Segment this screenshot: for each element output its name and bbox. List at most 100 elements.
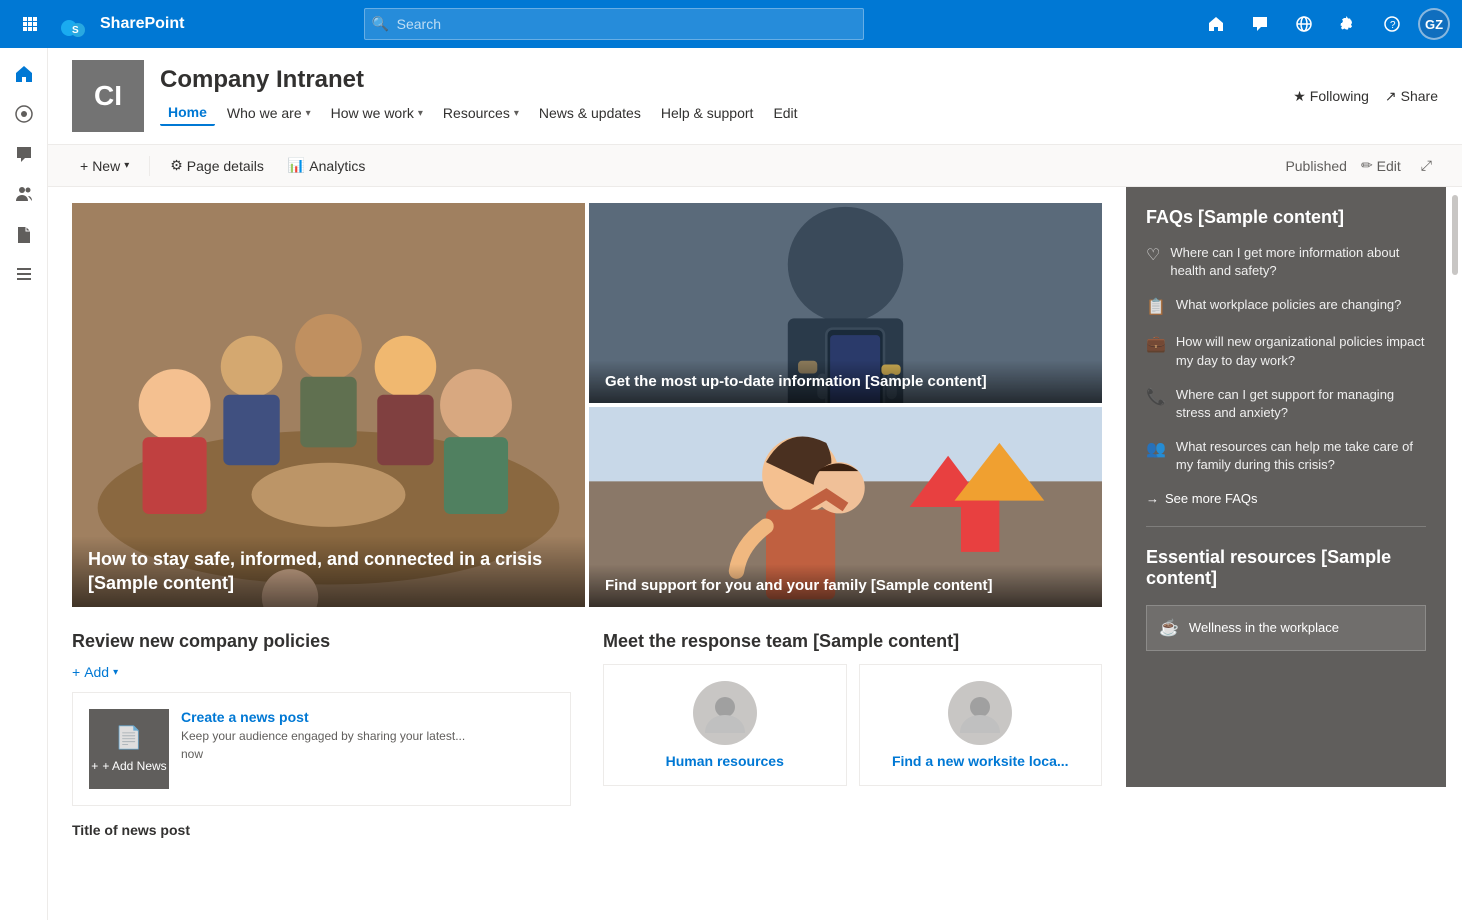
news-post-title[interactable]: Create a news post <box>181 709 554 725</box>
see-more-faqs-link[interactable]: → See more FAQs <box>1146 491 1426 506</box>
hero-right-bottom-text: Find support for you and your family [Sa… <box>589 564 1102 608</box>
analytics-icon: 📊 <box>288 157 305 174</box>
policies-section-title: Review new company policies <box>72 631 571 652</box>
expand-icon: ⤢ <box>1421 157 1432 174</box>
svg-text:?: ? <box>1390 20 1396 31</box>
person-avatar-hr <box>693 681 757 745</box>
news-post-desc: Keep your audience engaged by sharing yo… <box>181 729 554 743</box>
search-input[interactable] <box>364 8 864 40</box>
chevron-down-icon: ▾ <box>113 667 118 678</box>
sidebar-files-icon[interactable] <box>6 216 42 252</box>
person-card-hr: Human resources <box>603 664 847 786</box>
news-post-time: now <box>181 747 554 761</box>
essential-item-wellness[interactable]: ☕ Wellness in the workplace <box>1146 605 1426 651</box>
expand-button[interactable]: ⤢ <box>1415 153 1438 178</box>
chat-icon[interactable] <box>1242 6 1278 42</box>
chevron-down-icon: ▾ <box>124 160 129 171</box>
person-card-worksite: Find a new worksite loca... <box>859 664 1103 786</box>
scrollbar-thumb[interactable] <box>1452 195 1458 275</box>
gear-icon: ⚙ <box>170 157 183 174</box>
following-button[interactable]: ★ Following <box>1293 88 1369 105</box>
news-doc-icon: 📄 <box>115 725 142 751</box>
add-news-button[interactable]: + + Add News <box>91 759 166 773</box>
clipboard-icon: 📋 <box>1146 297 1166 317</box>
waffle-menu-icon[interactable] <box>12 6 48 42</box>
page-details-button[interactable]: ⚙ Page details <box>162 153 272 178</box>
user-avatar[interactable]: GZ <box>1418 8 1450 40</box>
arrow-right-icon: → <box>1146 491 1159 506</box>
left-sidebar <box>0 48 48 920</box>
settings-icon[interactable] <box>1330 6 1366 42</box>
person-name-hr[interactable]: Human resources <box>666 753 784 769</box>
news-title-label: Title of news post <box>72 822 571 838</box>
faq-item-3[interactable]: 💼 How will new organizational policies i… <box>1146 333 1426 369</box>
new-button[interactable]: + New ▾ <box>72 154 137 178</box>
share-icon: ↗ <box>1385 88 1397 105</box>
nav-item-home[interactable]: Home <box>160 100 215 126</box>
sharepoint-logo[interactable]: S <box>56 6 92 42</box>
team-section: Meet the response team [Sample content] … <box>603 631 1102 838</box>
toolbar-separator <box>149 156 150 176</box>
nav-item-how-we-work[interactable]: How we work ▾ <box>323 101 431 125</box>
person-name-worksite[interactable]: Find a new worksite loca... <box>892 753 1069 769</box>
site-nav: Home Who we are ▾ How we work ▾ Resource… <box>160 100 1293 126</box>
sidebar-add-icon[interactable] <box>6 296 42 332</box>
news-content: Create a news post Keep your audience en… <box>181 709 554 761</box>
hero-card-right-bottom[interactable]: Find support for you and your family [Sa… <box>589 407 1102 607</box>
below-hero-sections: Review new company policies + Add ▾ 📄 + <box>72 631 1102 838</box>
essential-title: Essential resources [Sample content] <box>1146 547 1426 589</box>
nav-item-edit[interactable]: Edit <box>765 101 805 125</box>
nav-item-resources[interactable]: Resources ▾ <box>435 101 527 125</box>
site-header: CI Company Intranet Home Who we are ▾ Ho… <box>48 48 1462 145</box>
sidebar-chat-icon[interactable] <box>6 136 42 172</box>
faq-item-4[interactable]: 📞 Where can I get support for managing s… <box>1146 386 1426 422</box>
news-icon-box: 📄 + + Add News <box>89 709 169 789</box>
hero-card-left[interactable]: How to stay safe, informed, and connecte… <box>72 203 585 607</box>
nav-item-news[interactable]: News & updates <box>531 101 649 125</box>
briefcase-icon: 💼 <box>1146 334 1166 354</box>
sidebar-divider <box>1146 526 1426 527</box>
nav-item-help[interactable]: Help & support <box>653 101 762 125</box>
plus-icon: + <box>91 759 98 773</box>
sidebar-activity-icon[interactable] <box>6 96 42 132</box>
globe-icon[interactable] <box>1286 6 1322 42</box>
toolbar-right: Published ✏ Edit ⤢ <box>1285 153 1438 178</box>
hero-card-right-top[interactable]: Get the most up-to-date information [Sam… <box>589 203 1102 403</box>
hero-left-text: How to stay safe, informed, and connecte… <box>72 536 585 607</box>
help-icon[interactable]: ? <box>1374 6 1410 42</box>
chevron-down-icon: ▾ <box>306 108 311 119</box>
toolbar: + New ▾ ⚙ Page details 📊 Analytics Publi… <box>48 145 1462 187</box>
sidebar-list-icon[interactable] <box>6 256 42 292</box>
news-placeholder: 📄 + + Add News Create a news post Keep y… <box>72 692 571 806</box>
search-icon: 🔍 <box>372 16 389 33</box>
hero-right-top-text: Get the most up-to-date information [Sam… <box>589 360 1102 404</box>
page-main: How to stay safe, informed, and connecte… <box>48 187 1126 854</box>
analytics-button[interactable]: 📊 Analytics <box>280 153 373 178</box>
app-name: SharePoint <box>100 15 184 33</box>
phone-icon: 📞 <box>1146 387 1166 407</box>
sidebar-people-icon[interactable] <box>6 176 42 212</box>
top-nav-right: ? GZ <box>1198 6 1450 42</box>
chevron-down-icon: ▾ <box>514 108 519 119</box>
site-title: Company Intranet <box>160 66 1293 94</box>
chevron-down-icon: ▾ <box>418 108 423 119</box>
home-icon[interactable] <box>1198 6 1234 42</box>
top-navigation: S SharePoint 🔍 ? GZ <box>0 0 1462 48</box>
edit-page-button[interactable]: ✏ Edit <box>1355 153 1407 178</box>
faq-item-2[interactable]: 📋 What workplace policies are changing? <box>1146 296 1426 317</box>
svg-text:S: S <box>72 25 79 36</box>
faq-item-5[interactable]: 👥 What resources can help me take care o… <box>1146 438 1426 474</box>
coffee-icon: ☕ <box>1159 618 1179 638</box>
pencil-icon: ✏ <box>1361 157 1373 174</box>
nav-item-who-we-are[interactable]: Who we are ▾ <box>219 101 319 125</box>
faq-item-1[interactable]: ♡ Where can I get more information about… <box>1146 244 1426 280</box>
sidebar-home-icon[interactable] <box>6 56 42 92</box>
add-button[interactable]: + Add ▾ <box>72 664 571 680</box>
person-avatar-worksite <box>948 681 1012 745</box>
site-title-area: Company Intranet Home Who we are ▾ How w… <box>160 66 1293 126</box>
site-logo: CI <box>72 60 144 132</box>
share-button[interactable]: ↗ Share <box>1385 88 1438 105</box>
people-icon: 👥 <box>1146 439 1166 459</box>
people-cards: Human resources Find a new worksite loca <box>603 664 1102 786</box>
page-layout: How to stay safe, informed, and connecte… <box>48 187 1462 854</box>
